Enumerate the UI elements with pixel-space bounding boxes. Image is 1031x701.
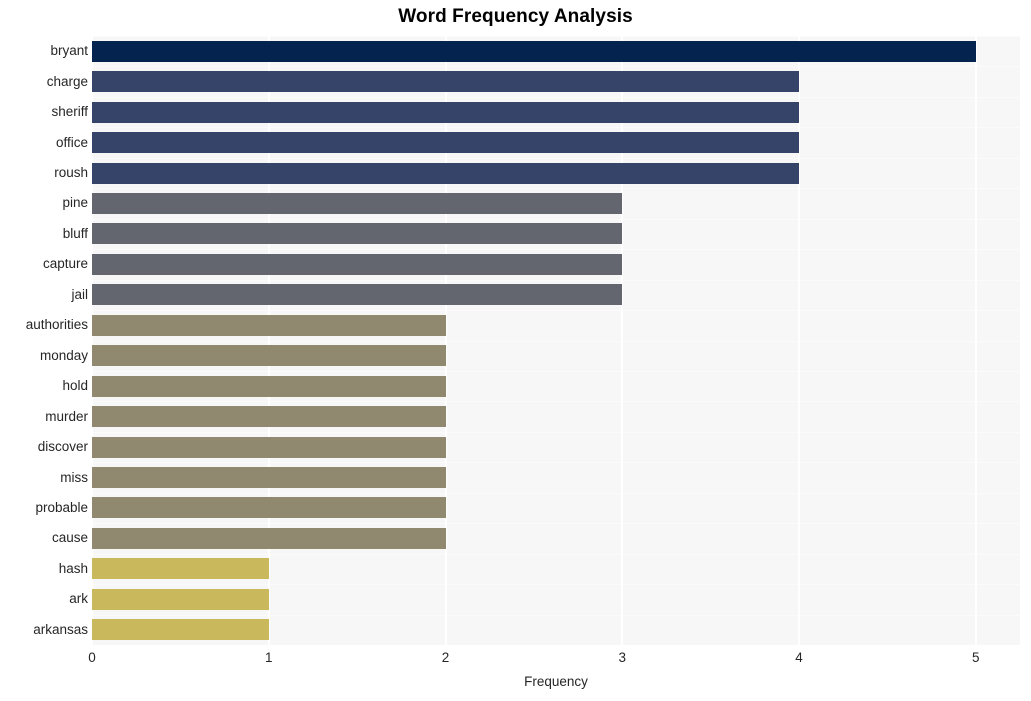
gridline-horizontal [92,36,1020,37]
x-axis-tick-label: 1 [264,650,273,665]
y-axis-tick-label: authorities [25,317,88,333]
y-axis-tick-label: miss [60,469,88,485]
y-axis-tick-label: murder [45,408,88,424]
bar [92,467,446,489]
bar [92,619,269,641]
gridline-horizontal [92,432,1020,433]
gridline-vertical [267,36,270,645]
bar [92,527,446,549]
gridline-horizontal [92,462,1020,463]
gridline-horizontal [92,401,1020,402]
y-axis-tick-label: sheriff [51,104,88,120]
bar [92,192,623,214]
gridline-horizontal [92,219,1020,220]
y-axis-tick-label: capture [42,256,88,272]
y-axis-tick-label: charge [46,73,88,89]
bar [92,40,976,62]
x-axis-tick-label: 3 [618,650,627,665]
gridline-horizontal [92,249,1020,250]
gridline-horizontal [92,127,1020,128]
x-axis-tick-label: 5 [972,650,980,665]
bar [92,375,446,397]
gridline-horizontal [92,371,1020,372]
bar [92,101,800,123]
y-axis-tick-label: cause [51,530,88,546]
y-axis-tick-label: bluff [62,225,88,241]
gridline-horizontal [92,310,1020,311]
y-axis-tick-label: jail [71,286,88,302]
gridline-horizontal [92,188,1020,189]
gridline-horizontal [92,584,1020,585]
bar [92,314,446,336]
bar [92,71,800,93]
gridline-horizontal [92,493,1020,494]
x-axis-tick-label: 4 [795,650,803,665]
gridline-vertical [444,36,447,645]
gridline-vertical [92,36,93,645]
y-axis-tick-label: arkansas [33,621,88,637]
bar [92,497,446,519]
gridline-horizontal [92,554,1020,555]
gridline-horizontal [92,523,1020,524]
bar [92,284,623,306]
bar [92,558,269,580]
y-axis-tick-label: hash [58,560,88,576]
x-axis-tick-label: 2 [441,650,450,665]
bar [92,588,269,610]
plot-area [92,36,1020,645]
bar [92,345,446,367]
gridline-horizontal [92,280,1020,281]
y-axis-tick-label: ark [69,591,88,607]
gridline-horizontal [92,66,1020,67]
bar [92,436,446,458]
chart-title: Word Frequency Analysis [398,6,633,27]
x-axis-tick-labels: 0 1 2 3 4 5 [0,650,1031,670]
gridline-vertical [798,36,801,645]
bar [92,406,446,428]
y-axis-tick-label: monday [39,347,88,363]
y-axis-tick-label: discover [37,439,88,455]
x-axis-title: Frequency [524,674,588,689]
y-axis-tick-label: hold [62,378,88,394]
y-axis-tick-label: pine [62,195,88,211]
y-axis-tick-label: roush [54,165,88,181]
bar [92,253,623,275]
chart-figure: Word Frequency Analysis bryant charge sher… [0,0,1031,701]
x-axis-tick-label: 0 [88,650,96,665]
y-axis-tick-label: bryant [50,43,88,59]
y-axis-tick-label: office [55,134,88,150]
gridline-horizontal [92,341,1020,342]
gridline-horizontal [92,615,1020,616]
gridline-horizontal [92,97,1020,98]
gridline-horizontal [92,158,1020,159]
bar [92,132,800,154]
y-axis-tick-labels: bryant charge sheriff office roush pine bluff c… [0,36,88,645]
bar [92,162,800,184]
gridline-vertical [974,36,977,645]
bar [92,223,623,245]
gridline-vertical [621,36,624,645]
y-axis-tick-label: probable [35,499,88,515]
